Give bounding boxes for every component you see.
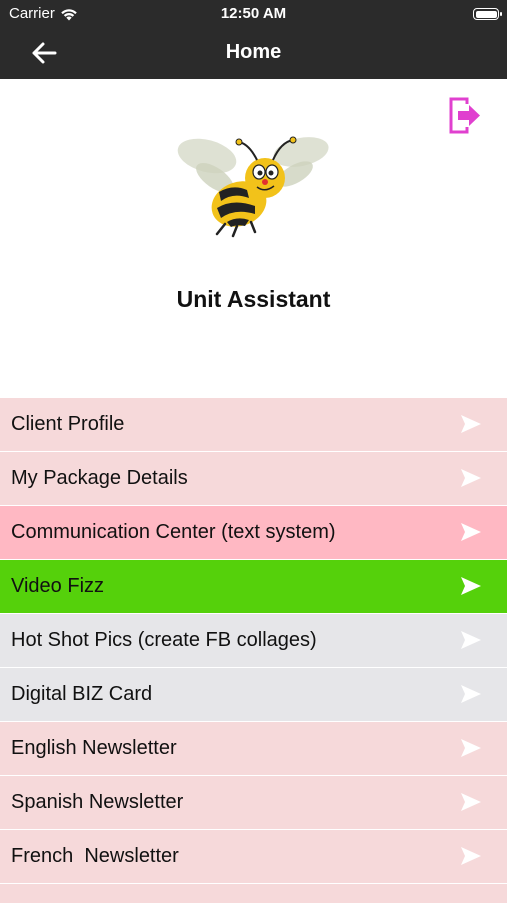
menu-item-label: Video Fizz: [11, 575, 105, 597]
arrow-left-icon: [32, 42, 57, 64]
arrow-right-icon: [461, 577, 481, 595]
menu-item-partial[interactable]: [0, 884, 507, 904]
top-bar: Carrier 12:50 AM Home: [0, 0, 507, 79]
arrow-right-icon: [461, 469, 481, 487]
menu-item-digital-biz-card[interactable]: Digital BIZ Card: [0, 668, 507, 722]
arrow-right-icon: [461, 739, 481, 757]
menu-item-label: Spanish Newsletter: [11, 791, 184, 813]
arrow-right-icon: [461, 631, 481, 649]
menu-item-communication-center[interactable]: Communication Center (text system): [0, 506, 507, 560]
arrow-right-icon: [461, 523, 481, 541]
back-button[interactable]: [28, 38, 60, 68]
menu-item-video-fizz[interactable]: Video Fizz: [0, 560, 507, 614]
arrow-right-icon: [461, 847, 481, 865]
status-bar: Carrier 12:50 AM: [0, 0, 507, 28]
navigation-bar: Home: [0, 28, 507, 79]
menu-item-label: Client Profile: [11, 413, 125, 435]
menu-item-label: Hot Shot Pics (create FB collages): [11, 629, 317, 651]
menu-item-label: Communication Center (text system): [11, 521, 336, 543]
menu-item-hot-shot-pics[interactable]: Hot Shot Pics (create FB collages): [0, 614, 507, 668]
bee-mascot: [177, 136, 329, 238]
arrow-right-icon: [461, 415, 481, 433]
menu-item-label: English Newsletter: [11, 737, 177, 759]
app-title: Unit Assistant: [176, 286, 331, 312]
menu-item-client-profile[interactable]: Client Profile: [0, 398, 507, 452]
menu-item-label: My Package Details: [11, 467, 188, 489]
logout-button[interactable]: [446, 96, 484, 136]
menu-item-label: French Newsletter: [11, 845, 179, 867]
menu-list: Client Profile My Package Details Commun…: [0, 398, 507, 904]
menu-item-french-newsletter[interactable]: French Newsletter: [0, 830, 507, 884]
status-time: 12:50 AM: [220, 5, 287, 22]
arrow-right-icon: [461, 685, 481, 703]
arrow-right-icon: [461, 793, 481, 811]
menu-item-label: Digital BIZ Card: [11, 683, 153, 705]
logout-icon: [449, 97, 480, 134]
menu-item-spanish-newsletter[interactable]: Spanish Newsletter: [0, 776, 507, 830]
menu-item-english-newsletter[interactable]: English Newsletter: [0, 722, 507, 776]
menu-item-my-package-details[interactable]: My Package Details: [0, 452, 507, 506]
battery-icon: [473, 8, 502, 20]
nav-title: Home: [225, 41, 282, 63]
